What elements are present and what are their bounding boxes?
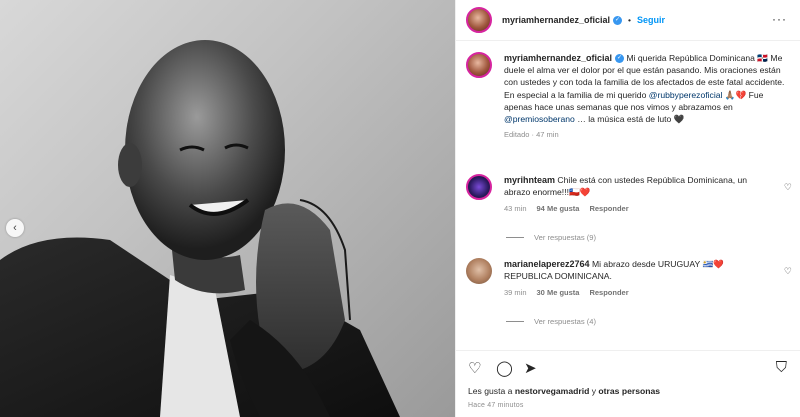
comment-avatar[interactable]: [466, 258, 492, 284]
likes-prefix: Les gusta a: [468, 386, 515, 396]
bookmark-icon[interactable]: ⛉: [776, 359, 787, 376]
caption: myriamhernandez_oficial ✓ Mi querida Repú…: [466, 52, 791, 141]
other-likers-link[interactable]: otras personas: [598, 386, 660, 396]
verified-icon: ✓: [615, 54, 625, 64]
follow-button[interactable]: Seguir: [637, 15, 665, 25]
comment-body: myrihnteam Chile está con ustedes Repúbl…: [504, 174, 774, 215]
post-side-panel: myriamhernandez_oficial ✓ • Seguir ··· m…: [455, 0, 800, 417]
comment-item: marianelaperez2764 Mi abrazo desde URUGU…: [466, 258, 796, 299]
reply-button[interactable]: Responder: [589, 288, 628, 297]
comment-likes[interactable]: 94 Me gusta: [537, 204, 580, 213]
chevron-left-icon[interactable]: ‹: [6, 219, 24, 237]
caption-avatar[interactable]: [466, 52, 492, 78]
comment-username[interactable]: myrihnteam: [504, 175, 555, 185]
view-replies-button[interactable]: Ver respuestas (4): [506, 317, 596, 326]
caption-username[interactable]: myriamhernandez_oficial: [504, 53, 612, 63]
more-options-icon[interactable]: ···: [772, 12, 787, 26]
header-username[interactable]: myriamhernandez_oficial: [502, 15, 610, 25]
likes-summary: Les gusta a nestorvegamadrid y otras per…: [468, 386, 660, 396]
caption-text: myriamhernandez_oficial ✓ Mi querida Repú…: [504, 52, 791, 141]
liker-username[interactable]: nestorvegamadrid: [515, 386, 590, 396]
heart-icon[interactable]: ♡: [784, 266, 792, 277]
post-photo[interactable]: ‹: [0, 0, 455, 417]
comment-icon[interactable]: ◯: [496, 359, 513, 377]
share-icon[interactable]: ➤: [524, 359, 537, 377]
mention-link[interactable]: @premiosoberano: [504, 114, 575, 124]
comment-time: 39 min: [504, 288, 527, 297]
header-separator: •: [628, 15, 632, 25]
comment-avatar[interactable]: [466, 174, 492, 200]
comment-meta: 43 min 94 Me gusta Responder: [504, 203, 774, 215]
replies-divider: [506, 237, 524, 238]
caption-text-part: … la música está de luto 🖤: [574, 114, 685, 125]
mention-link[interactable]: @rubbyperezoficial: [649, 90, 723, 100]
comment-time: 43 min: [504, 204, 527, 213]
post-header: myriamhernandez_oficial ✓ • Seguir ···: [456, 0, 800, 41]
action-bar: ♡ ◯ ➤ ⛉: [456, 350, 800, 380]
avatar[interactable]: [466, 7, 492, 33]
comment-username[interactable]: marianelaperez2764: [504, 259, 590, 269]
view-replies-label: Ver respuestas (4): [534, 317, 597, 326]
comments-scroll[interactable]: myriamhernandez_oficial ✓ Mi querida Repú…: [456, 42, 800, 342]
verified-icon: ✓: [613, 15, 623, 25]
heart-icon[interactable]: ♡: [784, 182, 792, 193]
reply-button[interactable]: Responder: [589, 204, 628, 213]
view-replies-button[interactable]: Ver respuestas (9): [506, 233, 596, 242]
photo-illustration: [0, 40, 400, 417]
comment-meta: 39 min 30 Me gusta Responder: [504, 287, 774, 299]
view-replies-label: Ver respuestas (9): [534, 233, 597, 242]
comment-likes[interactable]: 30 Me gusta: [537, 288, 580, 297]
comment-body: marianelaperez2764 Mi abrazo desde URUGU…: [504, 258, 774, 299]
post-timestamp: Hace 47 minutos: [468, 402, 524, 409]
heart-icon[interactable]: ♡: [468, 359, 481, 377]
comment-item: myrihnteam Chile está con ustedes Repúbl…: [466, 174, 796, 215]
caption-meta: Editado · 47 min: [504, 130, 559, 140]
replies-divider: [506, 321, 524, 322]
